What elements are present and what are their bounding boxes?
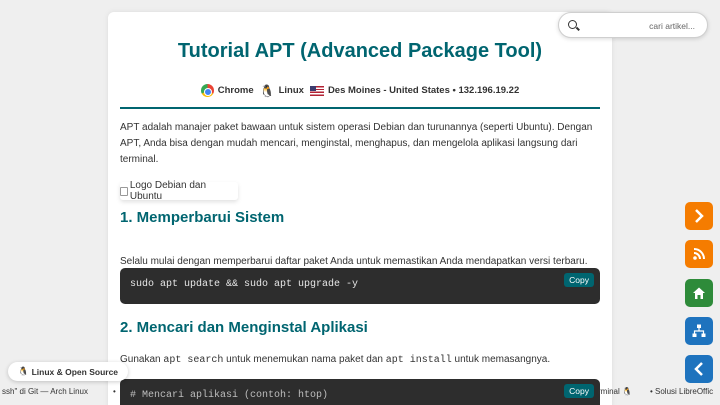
chevron-right-icon: [695, 209, 704, 223]
code-line: sudo apt update && sudo apt upgrade -y: [130, 279, 359, 290]
sitemap-icon: [692, 324, 706, 337]
tux-icon: 🐧: [259, 83, 275, 98]
chevron-left-icon: [694, 362, 703, 376]
ticker-item[interactable]: • Solusi LibreOffic: [650, 387, 713, 396]
code-block-update: sudo apt update && sudo apt upgrade -y C…: [120, 268, 600, 304]
meta-browser: Chrome: [200, 84, 254, 97]
tux-icon: 🐧: [18, 366, 29, 376]
search-box[interactable]: [558, 12, 708, 38]
home-icon: [693, 287, 705, 299]
text-segment: untuk memasangnya.: [454, 354, 551, 365]
article-card: Tutorial APT (Advanced Package Tool) Chr…: [108, 12, 612, 405]
us-flag-icon: [309, 85, 324, 96]
meta-location-label: Des Moines - United States • 132.196.19.…: [327, 85, 520, 96]
section-heading-install: 2. Mencari dan Menginstal Aplikasi: [120, 319, 368, 336]
previous-button[interactable]: [685, 355, 713, 383]
article-image: Logo Debian dan Ubuntu: [120, 180, 238, 202]
page-title: Tutorial APT (Advanced Package Tool): [177, 40, 543, 62]
rss-icon: [693, 248, 705, 260]
section-text-install: Gunakan apt search untuk menemukan nama …: [120, 354, 602, 366]
inline-code-apt-search: apt search: [163, 355, 224, 366]
image-alt-text: Logo Debian dan Ubuntu: [129, 180, 207, 202]
inline-code-apt-install: apt install: [385, 355, 452, 366]
chrome-icon: [200, 84, 214, 97]
text-segment: untuk menemukan nama paket dan: [226, 354, 383, 365]
text-segment: Gunakan: [120, 354, 161, 365]
intro-paragraph: APT adalah manajer paket bawaan untuk si…: [120, 122, 593, 165]
title-divider: [120, 107, 600, 109]
section-text-update: Selalu mulai dengan memperbarui daftar p…: [120, 256, 588, 267]
ticker-item[interactable]: rminal 🐧: [598, 387, 632, 396]
ticker-separator: •: [113, 387, 116, 396]
news-ticker: ssh" di Git — Arch Linux • rminal 🐧 • So…: [0, 385, 720, 399]
rss-button[interactable]: [685, 240, 713, 268]
meta-location: Des Moines - United States • 132.196.19.…: [309, 85, 520, 96]
sitemap-button[interactable]: [685, 317, 713, 345]
section-heading-update: 1. Memperbarui Sistem: [120, 209, 285, 226]
search-icon[interactable]: [568, 20, 577, 29]
category-badge-label: Linux & Open Source: [31, 366, 119, 377]
meta-os-label: Linux: [278, 85, 304, 96]
search-input[interactable]: [585, 17, 701, 34]
article-meta: Chrome 🐧 Linux Des Moines - United State…: [108, 84, 612, 97]
home-button[interactable]: [685, 279, 713, 307]
broken-image-icon: [120, 186, 128, 196]
ticker-item[interactable]: ssh" di Git — Arch Linux: [2, 387, 88, 396]
copy-button[interactable]: Copy: [564, 273, 594, 287]
category-badge[interactable]: 🐧 Linux & Open Source: [8, 362, 129, 381]
meta-os: 🐧 Linux: [260, 85, 304, 97]
meta-browser-label: Chrome: [217, 85, 254, 96]
next-button[interactable]: [685, 202, 713, 230]
